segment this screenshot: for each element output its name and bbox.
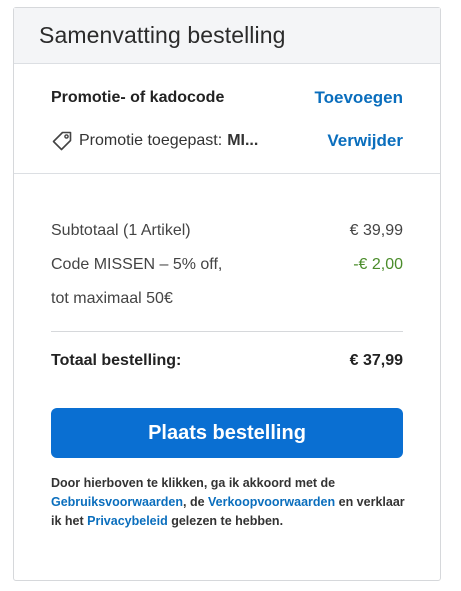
legal-text-part4: gelezen te hebben. xyxy=(167,514,284,528)
discount-description-line2: tot maximaal 50€ xyxy=(51,290,173,307)
discount-row: Code MISSEN – 5% off, tot maximaal 50€ -… xyxy=(51,248,403,316)
remove-promo-link[interactable]: Verwijder xyxy=(327,131,403,151)
subtotal-label: Subtotaal (1 Artikel) xyxy=(51,222,191,239)
add-promo-link[interactable]: Toevoegen xyxy=(315,88,403,108)
discount-description: Code MISSEN – 5% off, tot maximaal 50€ xyxy=(51,248,222,316)
card-header: Samenvatting bestelling xyxy=(14,8,440,64)
promo-code-label: Promotie- of kadocode xyxy=(51,89,225,106)
tag-icon xyxy=(51,130,73,152)
order-summary-card: Samenvatting bestelling Promotie- of kad… xyxy=(13,7,441,581)
total-value: € 37,99 xyxy=(349,352,403,369)
promo-code-row: Promotie- of kadocode Toevoegen xyxy=(51,86,403,110)
discount-description-line1: Code MISSEN – 5% off, xyxy=(51,256,223,273)
discount-value: -€ 2,00 xyxy=(353,256,403,273)
promo-applied-label: Promotie toegepast: xyxy=(79,132,223,149)
terms-of-use-link[interactable]: Gebruiksvoorwaarden xyxy=(51,495,183,509)
place-order-button[interactable]: Plaats bestelling xyxy=(51,408,403,458)
promo-section: Promotie- of kadocode Toevoegen Promotie… xyxy=(14,64,440,174)
total-label: Totaal bestelling: xyxy=(51,352,182,369)
legal-text-part2: , de xyxy=(183,495,209,509)
promo-applied: Promotie toegepast: MI... xyxy=(51,130,258,152)
subtotal-value: € 39,99 xyxy=(349,222,403,239)
divider xyxy=(51,331,403,332)
subtotal-row: Subtotaal (1 Artikel) € 39,99 xyxy=(51,214,403,248)
legal-text-part1: Door hierboven te klikken, ga ik akkoord… xyxy=(51,476,336,490)
promo-applied-row: Promotie toegepast: MI... Verwijder xyxy=(51,129,403,153)
total-row: Totaal bestelling: € 37,99 xyxy=(51,352,403,370)
terms-of-sale-link[interactable]: Verkoopvoorwaarden xyxy=(208,495,335,509)
page-title: Samenvatting bestelling xyxy=(39,22,286,48)
privacy-policy-link[interactable]: Privacybeleid xyxy=(87,514,168,528)
promo-applied-code: MI... xyxy=(227,132,259,149)
legal-text: Door hierboven te klikken, ga ik akkoord… xyxy=(51,474,410,531)
